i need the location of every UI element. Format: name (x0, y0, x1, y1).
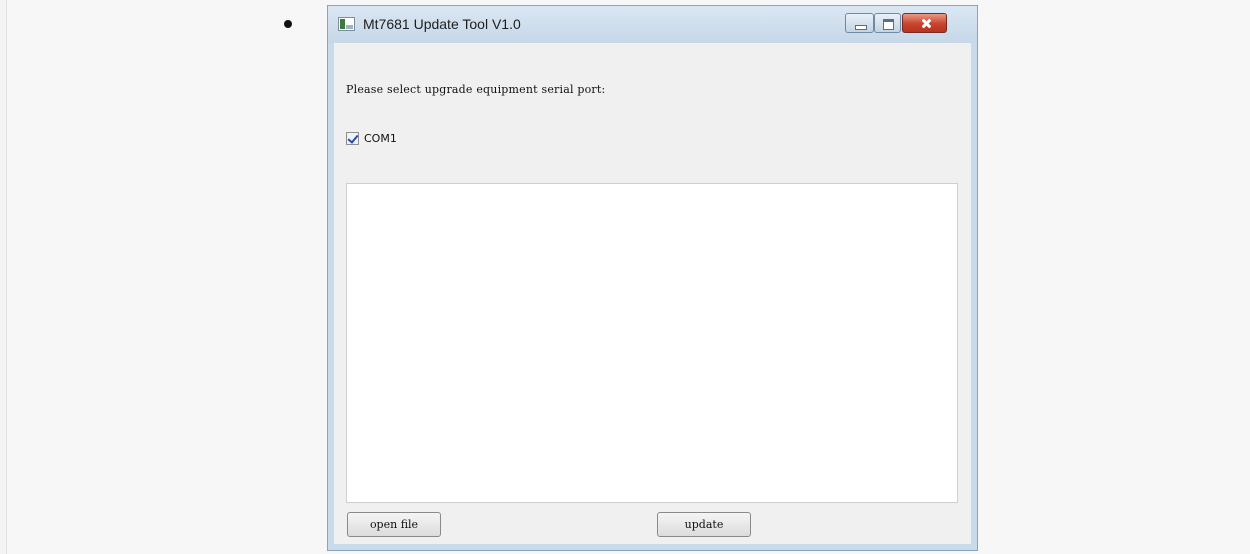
port-option-com1[interactable]: COM1 (346, 130, 397, 146)
title-bar[interactable]: Mt7681 Update Tool V1.0 (328, 6, 977, 43)
maximize-button[interactable] (874, 13, 901, 33)
minimize-button[interactable] (845, 13, 874, 33)
close-button[interactable] (902, 13, 947, 33)
window-title: Mt7681 Update Tool V1.0 (363, 16, 521, 32)
update-button[interactable]: update (657, 512, 751, 537)
log-output-area[interactable] (346, 183, 958, 503)
bullet-point (284, 20, 292, 28)
app-icon (338, 17, 355, 31)
port-checkbox[interactable] (346, 131, 359, 145)
open-file-button[interactable]: open file (347, 512, 441, 537)
port-label: COM1 (364, 131, 397, 145)
serial-port-prompt: Please select upgrade equipment serial p… (346, 83, 606, 96)
client-area: Please select upgrade equipment serial p… (334, 43, 971, 544)
update-tool-window: Mt7681 Update Tool V1.0 Please select up… (327, 5, 978, 551)
